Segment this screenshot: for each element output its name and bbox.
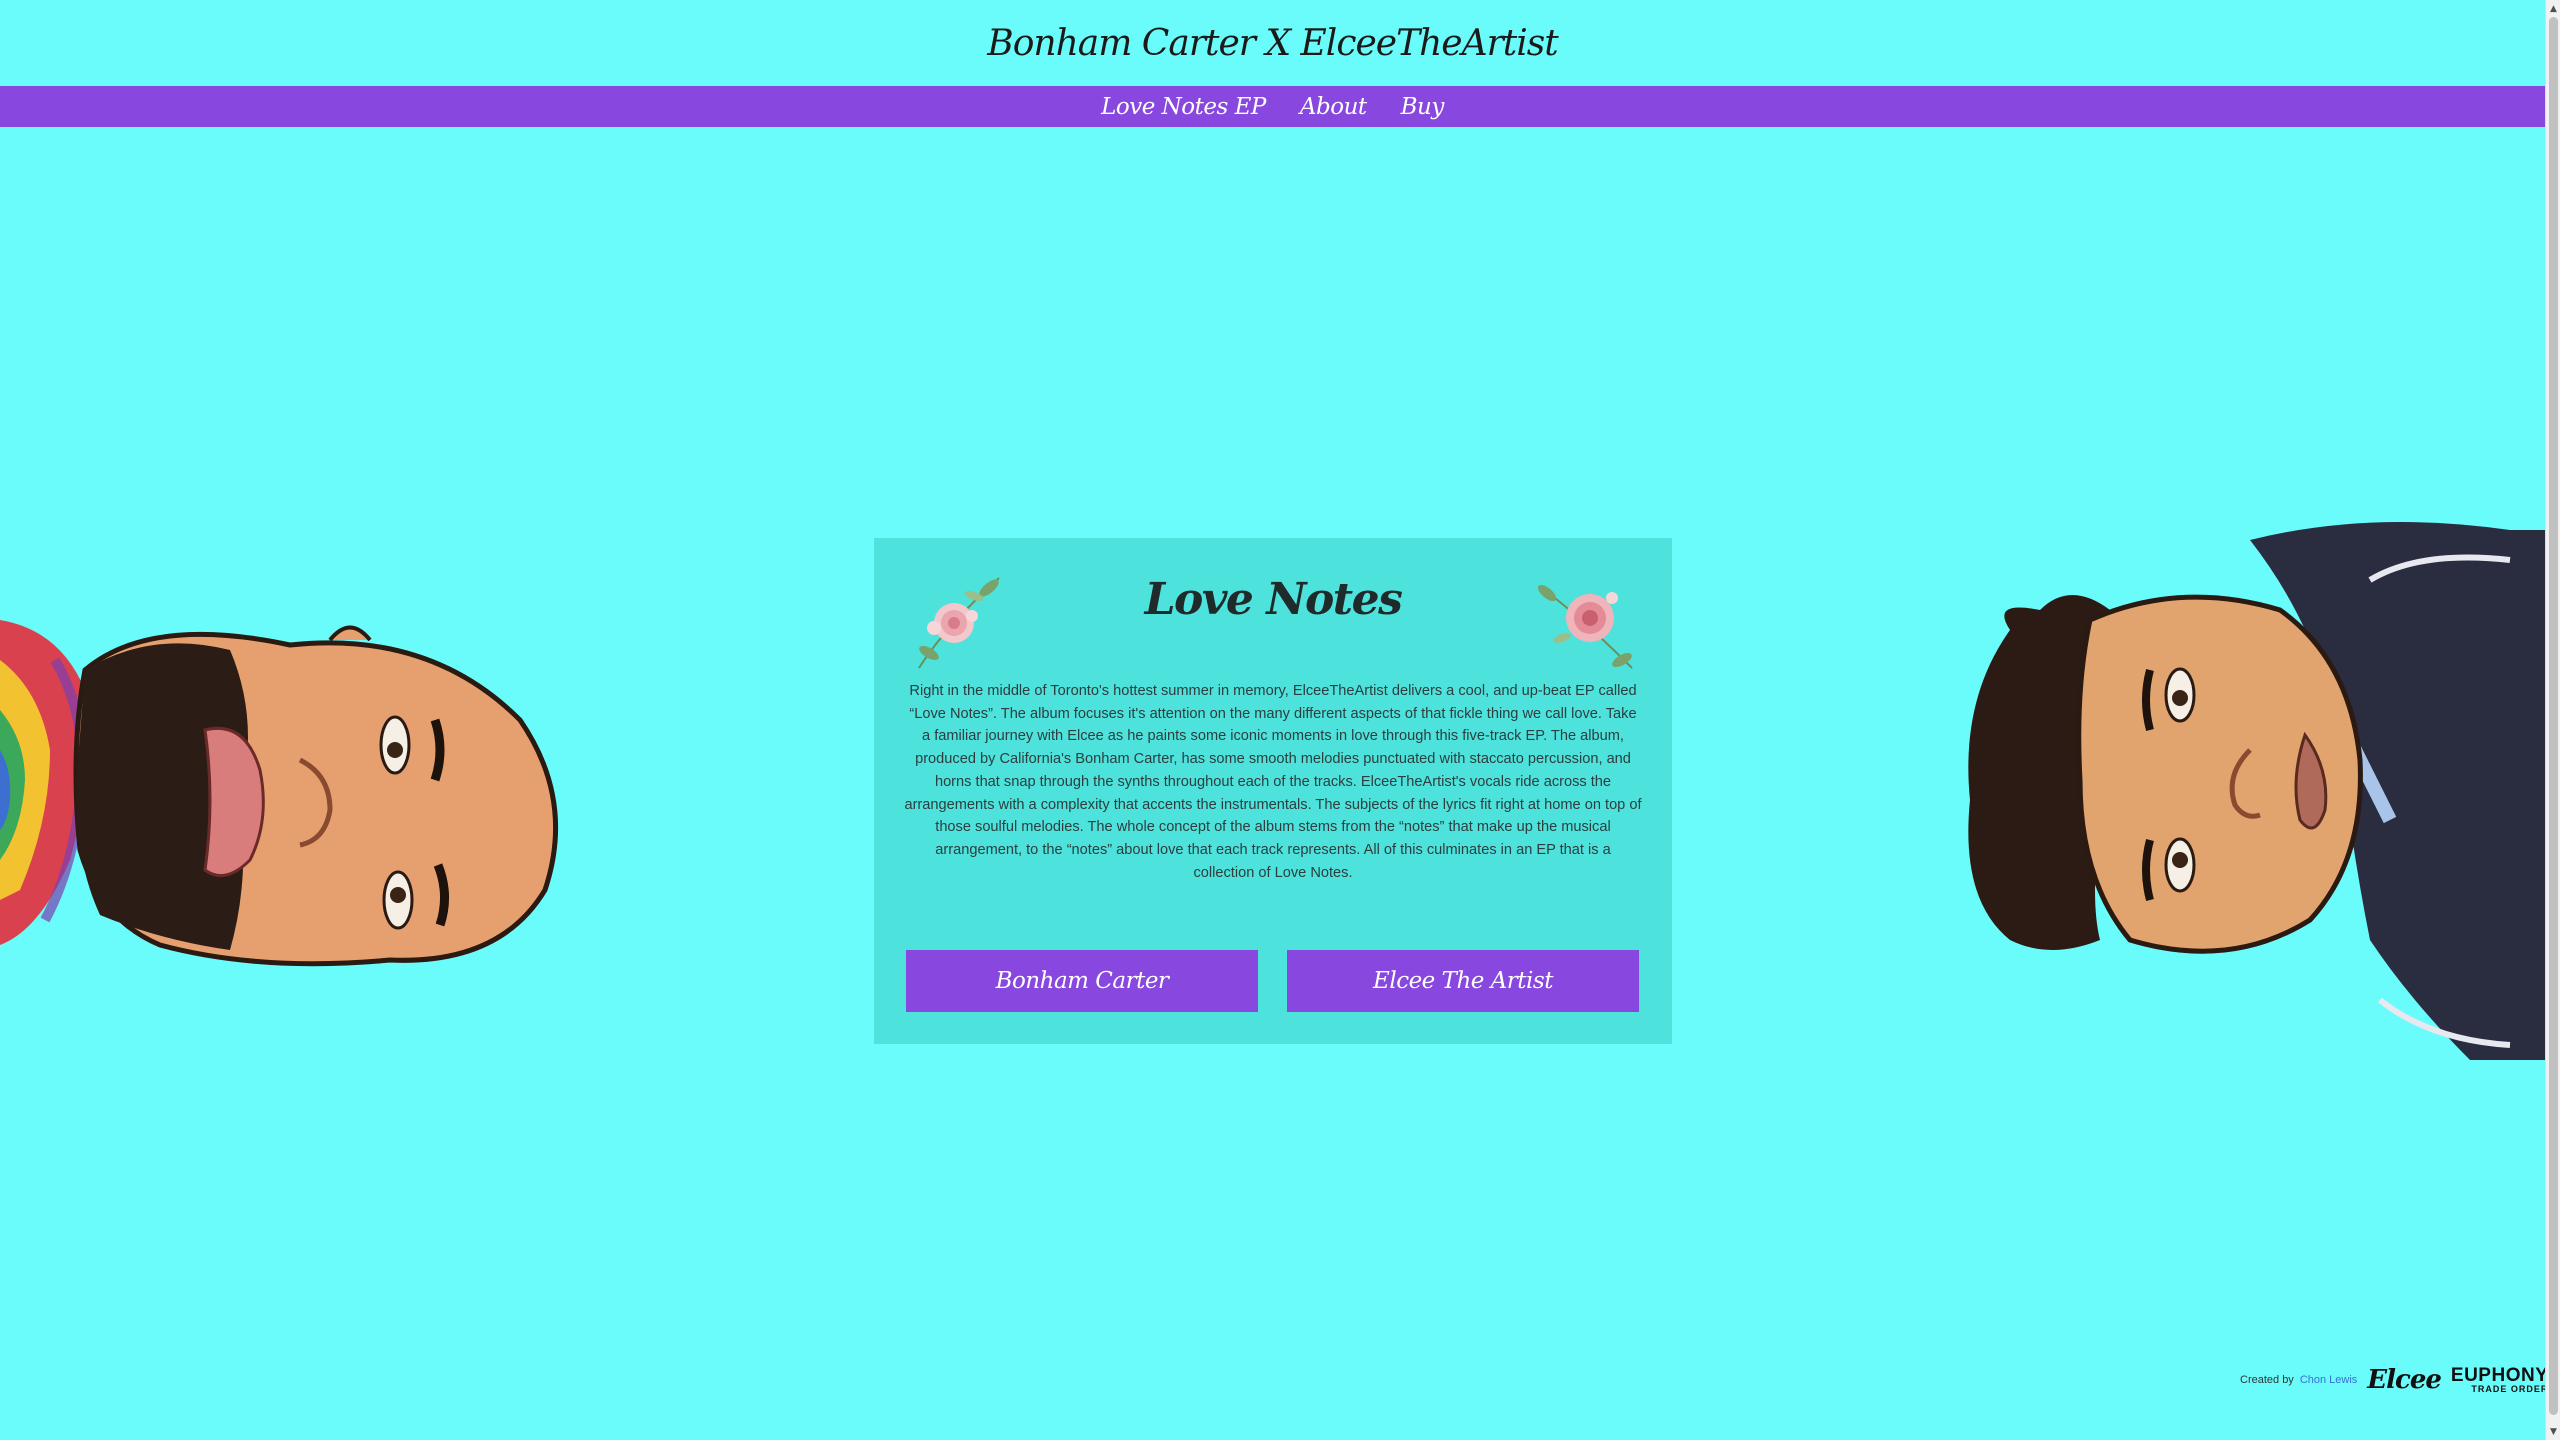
elcee-logo[interactable]: Elcee — [2367, 1365, 2442, 1395]
vertical-scrollbar[interactable]: ▲ ▼ — [2545, 0, 2560, 1440]
card-description: Right in the middle of Toronto's hottest… — [904, 683, 1642, 881]
love-notes-card: Love Notes Right in the middle of Toront… — [874, 538, 1672, 1044]
nav-love-notes-ep[interactable]: Love Notes EP — [1101, 94, 1266, 120]
card-title: Love Notes — [1144, 574, 1403, 625]
scroll-up-icon[interactable]: ▲ — [2546, 0, 2560, 17]
euphony-logo-main: EUPHONY — [2450, 1365, 2549, 1386]
scroll-down-icon[interactable]: ▼ — [2546, 1423, 2560, 1440]
bonham-carter-button[interactable]: Bonham Carter — [906, 950, 1258, 1012]
scrollbar-thumb[interactable] — [2549, 17, 2558, 1415]
elcee-the-artist-button[interactable]: Elcee The Artist — [1287, 950, 1639, 1012]
nav-about[interactable]: About — [1300, 94, 1367, 120]
main-nav: Love Notes EP About Buy — [0, 86, 2545, 127]
elcee-portrait — [1968, 522, 2545, 1060]
author-link[interactable]: Chon Lewis — [2300, 1374, 2357, 1386]
site-title[interactable]: Bonham Carter X ElceeTheArtist — [0, 0, 2545, 86]
euphony-logo[interactable]: EUPHONY TRADE ORDER — [2451, 1366, 2548, 1394]
footer-credits: Created by Chon Lewis Elcee EUPHONY TRAD… — [2240, 1360, 2548, 1400]
bonham-carter-portrait — [0, 620, 559, 967]
nav-buy[interactable]: Buy — [1401, 94, 1445, 120]
created-by-label: Created by — [2240, 1374, 2294, 1386]
euphony-logo-sub: TRADE ORDER — [2471, 1384, 2549, 1394]
